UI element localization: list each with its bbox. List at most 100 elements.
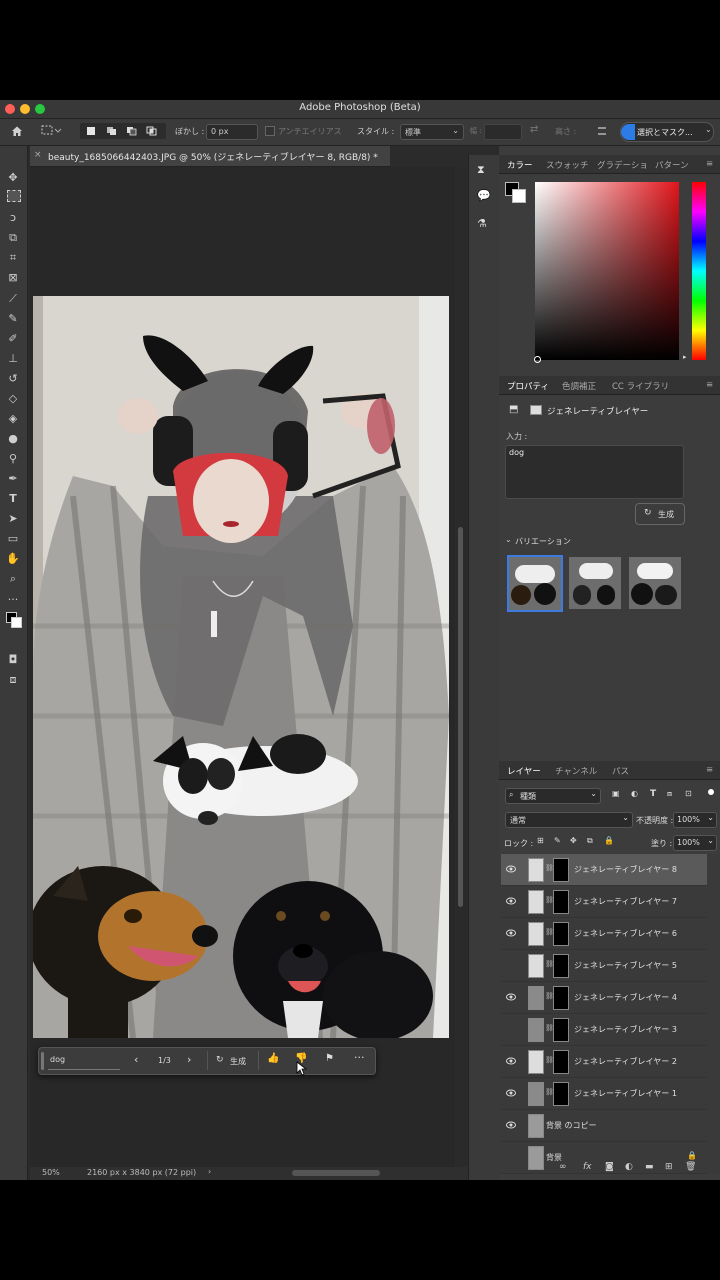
intersect-selection-icon[interactable]: [146, 126, 158, 136]
visibility-toggle-empty[interactable]: [506, 961, 516, 969]
report-flag-icon[interactable]: ⚑: [325, 1053, 334, 1064]
close-tab-icon[interactable]: ×: [34, 150, 42, 160]
filter-type-layer-icon[interactable]: T: [650, 789, 656, 799]
style-select[interactable]: 標準 ⌄: [400, 124, 464, 140]
more-options-icon[interactable]: ···: [354, 1051, 365, 1064]
crop-tool-icon[interactable]: ⌗: [5, 250, 21, 266]
chevron-down-icon[interactable]: ⌄: [505, 535, 512, 544]
home-icon[interactable]: [11, 125, 23, 137]
tab-patterns[interactable]: パターン: [655, 159, 689, 171]
select-and-mask-button[interactable]: 選択とマスク... ⌄: [620, 122, 714, 142]
filter-toggle[interactable]: [708, 789, 714, 795]
document-tab[interactable]: × beauty_1685066442403.JPG @ 50% (ジェネレーテ…: [30, 146, 390, 167]
variation-thumbnail-2[interactable]: [569, 557, 621, 609]
visibility-toggle-empty[interactable]: [506, 1153, 516, 1161]
color-field[interactable]: [535, 182, 679, 360]
zoom-level[interactable]: 50%: [42, 1168, 60, 1177]
filter-smart-object-icon[interactable]: ⊡: [685, 789, 692, 798]
add-to-selection-icon[interactable]: [106, 126, 118, 136]
panel-menu-icon[interactable]: ≡: [706, 765, 713, 775]
layer-row[interactable]: ⛓ ジェネレーティブレイヤー 3: [501, 1014, 707, 1046]
paint-bucket-tool-icon[interactable]: ◈: [5, 411, 21, 427]
new-group-icon[interactable]: ▬: [645, 1162, 654, 1172]
previous-variation-icon[interactable]: ‹: [134, 1053, 138, 1066]
drag-handle[interactable]: [41, 1052, 44, 1070]
filter-pixel-layer-icon[interactable]: ▣: [612, 789, 620, 798]
visibility-eye-icon[interactable]: [506, 897, 516, 905]
healing-brush-tool-icon[interactable]: ✎: [5, 311, 21, 327]
layer-row[interactable]: ⛓ ジェネレーティブレイヤー 6: [501, 918, 707, 950]
filter-shape-layer-icon[interactable]: ⧈: [667, 789, 672, 799]
layer-row[interactable]: ⛓ ジェネレーティブレイヤー 5: [501, 950, 707, 982]
width-input[interactable]: [484, 124, 522, 140]
swap-dimensions-icon[interactable]: ⇄: [530, 124, 538, 135]
horizontal-scroll-thumb[interactable]: [292, 1170, 380, 1176]
pen-tool-icon[interactable]: ✒: [5, 471, 21, 487]
experiments-panel-icon[interactable]: ⚗: [477, 217, 487, 230]
lock-transparency-icon[interactable]: ⊞: [537, 836, 544, 845]
link-layers-icon[interactable]: ∞: [559, 1162, 567, 1172]
edit-toolbar-icon[interactable]: ···: [5, 592, 21, 608]
prompt-input[interactable]: dog: [48, 1052, 120, 1070]
visibility-eye-icon[interactable]: [506, 993, 516, 1001]
path-selection-tool-icon[interactable]: ➤: [5, 511, 21, 527]
generate-button[interactable]: ↻ 生成: [207, 1051, 259, 1070]
zoom-tool-icon[interactable]: ⌕: [5, 571, 21, 587]
background-color-swatch[interactable]: [512, 189, 526, 203]
visibility-eye-icon[interactable]: [506, 1089, 516, 1097]
marquee-tool-preset-icon[interactable]: [40, 124, 62, 136]
lock-all-icon[interactable]: 🔒: [604, 836, 614, 845]
subtract-from-selection-icon[interactable]: [126, 126, 138, 136]
align-edges-icon[interactable]: [596, 125, 608, 137]
lock-position-icon[interactable]: ✥: [570, 836, 577, 845]
filter-adjustment-layer-icon[interactable]: ◐: [631, 789, 638, 798]
layer-row[interactable]: ⛓ ジェネレーティブレイヤー 4: [501, 982, 707, 1014]
tab-paths[interactable]: パス: [612, 765, 629, 777]
vertical-scrollbar[interactable]: [456, 167, 466, 1167]
chevron-right-icon[interactable]: ›: [208, 1167, 211, 1176]
eyedropper-tool-icon[interactable]: ⟋: [5, 291, 21, 307]
visibility-toggle-empty[interactable]: [506, 1025, 516, 1033]
brush-tool-icon[interactable]: ✐: [5, 331, 21, 347]
background-color-swatch[interactable]: [11, 617, 22, 628]
next-variation-icon[interactable]: ›: [187, 1053, 191, 1066]
dodge-tool-icon[interactable]: ⚲: [5, 451, 21, 467]
variation-thumbnail-1[interactable]: [507, 555, 563, 612]
visibility-eye-icon[interactable]: [506, 929, 516, 937]
panel-menu-icon[interactable]: ≡: [706, 380, 713, 390]
quick-mask-icon[interactable]: ◘: [5, 652, 21, 668]
new-selection-icon[interactable]: [86, 126, 96, 136]
layer-row[interactable]: ⛓ ジェネレーティブレイヤー 7: [501, 886, 707, 918]
variation-thumbnail-3[interactable]: [629, 557, 681, 609]
layer-effects-icon[interactable]: fx: [583, 1162, 592, 1172]
add-mask-icon[interactable]: ◙: [605, 1162, 614, 1172]
rectangular-marquee-tool-icon[interactable]: [7, 190, 21, 202]
comments-panel-icon[interactable]: 💬: [477, 189, 491, 202]
visibility-eye-icon[interactable]: [506, 865, 516, 873]
layer-row[interactable]: ⛓ ジェネレーティブレイヤー 2: [501, 1046, 707, 1078]
layer-row[interactable]: ⛓ ジェネレーティブレイヤー 8: [501, 854, 707, 886]
tab-color[interactable]: カラー: [507, 159, 533, 171]
new-layer-icon[interactable]: ⊞: [665, 1162, 673, 1172]
prompt-textarea[interactable]: dog: [505, 445, 684, 499]
eraser-tool-icon[interactable]: ◇: [5, 391, 21, 407]
tab-properties[interactable]: プロパティ: [507, 380, 549, 392]
hand-tool-icon[interactable]: ✋: [5, 551, 21, 567]
tab-adjustments[interactable]: 色調補正: [562, 380, 596, 392]
lock-image-icon[interactable]: ✎: [554, 836, 561, 845]
lock-artboard-icon[interactable]: ⧉: [587, 836, 593, 846]
lasso-tool-icon[interactable]: ↄ: [5, 210, 21, 226]
layer-filter-select[interactable]: ⌕ 種類 ⌄: [505, 788, 601, 804]
properties-generate-button[interactable]: ↻ 生成: [635, 503, 685, 525]
visibility-eye-icon[interactable]: [506, 1121, 516, 1129]
new-adjustment-layer-icon[interactable]: ◐: [625, 1162, 633, 1172]
feather-input[interactable]: 0 px: [206, 124, 258, 140]
panel-menu-icon[interactable]: ≡: [706, 159, 713, 169]
object-selection-tool-icon[interactable]: ⧉: [5, 230, 21, 246]
thumbs-up-icon[interactable]: 👍: [267, 1053, 279, 1064]
vertical-scroll-thumb[interactable]: [458, 527, 463, 907]
layer-row[interactable]: ⛓ ジェネレーティブレイヤー 1: [501, 1078, 707, 1110]
delete-layer-icon[interactable]: 🗑: [685, 1162, 696, 1172]
tab-cc-libraries[interactable]: CC ライブラリ: [612, 380, 669, 392]
fill-input[interactable]: 100% ⌄: [673, 835, 717, 851]
